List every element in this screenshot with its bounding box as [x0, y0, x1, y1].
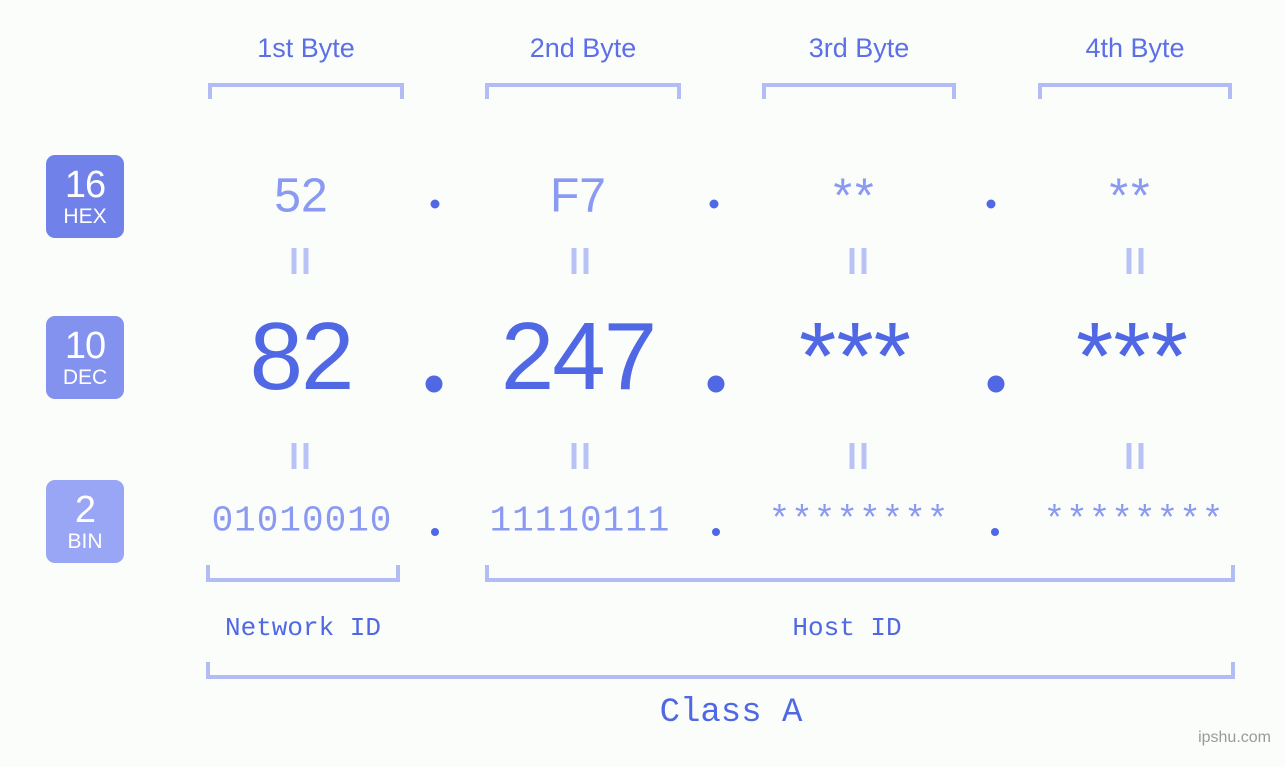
dec-byte-1: 82	[249, 303, 355, 410]
hex-separator-dot-3	[986, 199, 996, 209]
hex-separator-dot-1	[430, 199, 440, 209]
dec-byte-4: ***	[1075, 303, 1189, 410]
byte-bracket-1	[208, 83, 404, 99]
equality-mark-dec-bin-3	[849, 443, 867, 469]
equality-bar	[583, 443, 589, 469]
equality-bar	[303, 443, 309, 469]
class-bracket	[206, 662, 1235, 679]
byte-header-4: 4th Byte	[1085, 33, 1185, 63]
hex-byte-2: F7	[549, 169, 606, 223]
equality-mark-hex-dec-4	[1126, 248, 1144, 274]
base-badge-dec-name: DEC	[62, 366, 108, 389]
equality-bar	[1126, 443, 1132, 469]
dec-separator-dot-3	[987, 375, 1005, 393]
equality-bar	[861, 443, 867, 469]
bin-separator-dot-2	[712, 528, 720, 536]
equality-mark-hex-dec-2	[571, 248, 589, 274]
hex-byte-3: **	[833, 169, 877, 223]
hex-separator-dot-2	[709, 199, 719, 209]
equality-bar	[1126, 248, 1132, 274]
class-label: Class A	[659, 694, 803, 732]
equality-bar	[1138, 443, 1144, 469]
equality-mark-hex-dec-3	[849, 248, 867, 274]
byte-header-3: 3rd Byte	[808, 33, 910, 63]
bin-byte-4: ********	[1043, 500, 1225, 542]
equality-mark-hex-dec-1	[291, 248, 309, 274]
equality-mark-dec-bin-4	[1126, 443, 1144, 469]
equality-bar	[861, 248, 867, 274]
equality-bar	[303, 248, 309, 274]
byte-header-2: 2nd Byte	[529, 33, 637, 63]
hex-byte-4: **	[1109, 169, 1153, 223]
byte-bracket-2	[485, 83, 681, 99]
equality-bar	[1138, 248, 1144, 274]
base-badge-bin: 2 BIN	[46, 480, 124, 563]
equality-bar	[849, 248, 855, 274]
dec-byte-3: ***	[798, 303, 912, 410]
ip-address-breakdown-diagram: 1st Byte 2nd Byte 3rd Byte 4th Byte 16 H…	[0, 0, 1285, 767]
base-badge-hex-number: 16	[64, 164, 106, 206]
equality-bar	[583, 248, 589, 274]
bin-byte-3: ********	[768, 500, 950, 542]
base-badge-dec: 10 DEC	[46, 316, 124, 399]
bin-separator-dot-3	[991, 528, 999, 536]
equality-bar	[291, 248, 297, 274]
watermark: ipshu.com	[1198, 729, 1271, 746]
equality-bar	[291, 443, 297, 469]
equality-mark-dec-bin-1	[291, 443, 309, 469]
base-badge-bin-name: BIN	[67, 530, 103, 553]
base-badge-bin-number: 2	[74, 489, 96, 531]
network-id-label: Network ID	[224, 613, 382, 643]
dec-separator-dot-2	[707, 375, 725, 393]
bin-byte-2: 11110111	[489, 500, 671, 542]
dec-byte-2: 247	[500, 303, 657, 410]
base-badge-hex-name: HEX	[63, 205, 107, 228]
equality-mark-dec-bin-2	[571, 443, 589, 469]
host-id-label: Host ID	[792, 613, 902, 643]
dec-separator-dot-1	[425, 375, 443, 393]
network-id-bracket	[206, 565, 400, 582]
base-badge-hex: 16 HEX	[46, 155, 124, 238]
base-badge-dec-number: 10	[64, 325, 106, 367]
bin-byte-1: 01010010	[211, 500, 393, 542]
equality-bar	[571, 248, 577, 274]
byte-bracket-4	[1038, 83, 1232, 99]
byte-header-1: 1st Byte	[257, 33, 355, 63]
bin-separator-dot-1	[431, 528, 439, 536]
equality-bar	[571, 443, 577, 469]
byte-bracket-3	[762, 83, 956, 99]
hex-byte-1: 52	[274, 169, 328, 223]
host-id-bracket	[485, 565, 1235, 582]
equality-bar	[849, 443, 855, 469]
